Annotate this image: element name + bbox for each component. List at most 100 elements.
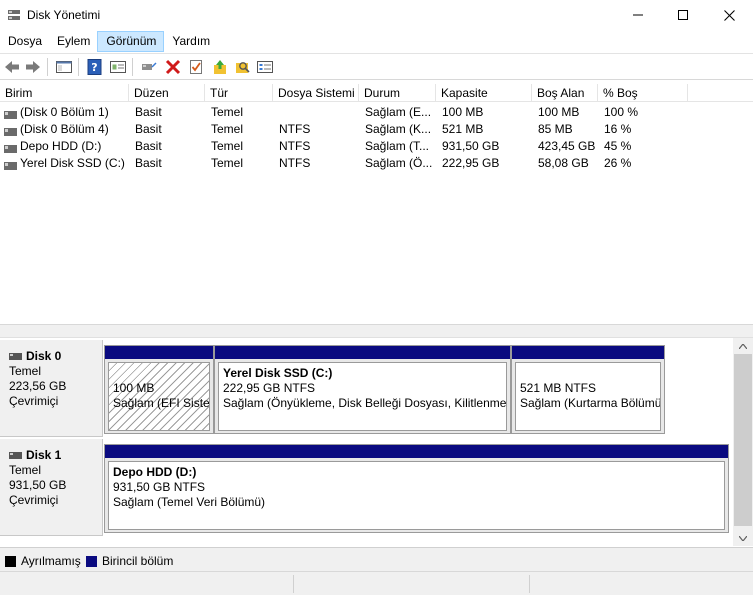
column-header-volume[interactable]: Birim bbox=[0, 84, 129, 102]
disk-1-label[interactable]: Disk 1 Temel 931,50 GB Çevrimiçi bbox=[0, 439, 103, 536]
partition-size: 222,95 GB NTFS bbox=[223, 381, 316, 395]
back-icon[interactable] bbox=[3, 58, 21, 76]
menu-help[interactable]: Yardım bbox=[164, 31, 217, 52]
toolbar: ? bbox=[0, 53, 753, 80]
maximize-button[interactable] bbox=[660, 0, 706, 30]
partition-status: Sağlam (Temel Veri Bölümü) bbox=[113, 495, 266, 509]
chevron-down-icon bbox=[739, 535, 747, 541]
table-row[interactable]: Yerel Disk SSD (C:) Basit Temel NTFS Sağ… bbox=[0, 155, 753, 172]
pane-splitter[interactable] bbox=[0, 324, 753, 338]
close-icon bbox=[723, 9, 735, 21]
partition-size: 100 MB bbox=[113, 381, 155, 395]
scroll-up-arrow[interactable] bbox=[733, 338, 753, 354]
partition-title: Yerel Disk SSD (C:) bbox=[223, 366, 333, 380]
scroll-thumb[interactable] bbox=[734, 354, 752, 526]
cell-status: Sağlam (K... bbox=[365, 122, 432, 136]
cell-status: Sağlam (Ö... bbox=[365, 156, 433, 170]
legend-swatch bbox=[5, 555, 16, 567]
volume-icon bbox=[4, 108, 17, 119]
forward-icon[interactable] bbox=[24, 58, 42, 76]
partition-size: 931,50 GB NTFS bbox=[113, 480, 206, 494]
volume-icon bbox=[4, 142, 17, 153]
legend: Ayrılmamış Birincil bölüm bbox=[0, 547, 753, 571]
help-icon[interactable]: ? bbox=[86, 58, 104, 76]
cell-volume: Yerel Disk SSD (C:) bbox=[20, 156, 125, 170]
legend-label: Ayrılmamış bbox=[21, 554, 81, 568]
column-header-status[interactable]: Durum bbox=[359, 84, 436, 102]
settings-list-icon[interactable] bbox=[256, 58, 274, 76]
partition-c[interactable]: Yerel Disk SSD (C:) 222,95 GB NTFS Sağla… bbox=[214, 345, 511, 434]
cell-status: Sağlam (T... bbox=[365, 139, 430, 153]
column-header-type[interactable]: Tür bbox=[205, 84, 273, 102]
table-row[interactable]: Depo HDD (D:) Basit Temel NTFS Sağlam (T… bbox=[0, 138, 753, 155]
cell-type: Temel bbox=[211, 122, 244, 136]
search-folder-icon[interactable] bbox=[234, 58, 252, 76]
cell-percent-free: 16 % bbox=[604, 122, 632, 136]
table-row[interactable]: (Disk 0 Bölüm 1) Basit Temel Sağlam (E..… bbox=[0, 104, 753, 121]
disk-size: 223,56 GB bbox=[9, 379, 67, 393]
cell-type: Temel bbox=[211, 156, 244, 170]
menu-bar: Dosya Eylem Görünüm Yardım bbox=[0, 31, 753, 52]
title-bar[interactable]: Disk Yönetimi bbox=[0, 0, 753, 30]
cell-free-space: 58,08 GB bbox=[538, 156, 589, 170]
partition-efi[interactable]: 100 MB Sağlam (EFI Sistem Bölümü) bbox=[104, 345, 214, 434]
partition-size: 521 MB NTFS bbox=[520, 381, 597, 395]
legend-item-unallocated: Ayrılmamış bbox=[5, 554, 81, 568]
cell-layout: Basit bbox=[135, 156, 162, 170]
cell-status: Sağlam (E... bbox=[365, 105, 432, 119]
check-icon[interactable] bbox=[187, 58, 205, 76]
open-folder-up-icon[interactable] bbox=[211, 58, 229, 76]
cell-volume: (Disk 0 Bölüm 4) bbox=[20, 122, 109, 136]
menu-action[interactable]: Eylem bbox=[49, 31, 97, 52]
partition-d[interactable]: Depo HDD (D:) 931,50 GB NTFS Sağlam (Tem… bbox=[104, 444, 729, 533]
column-header-free-space[interactable]: Boş Alan bbox=[532, 84, 598, 102]
legend-swatch bbox=[86, 555, 97, 567]
disk-0-label[interactable]: Disk 0 Temel 223,56 GB Çevrimiçi bbox=[0, 340, 103, 437]
disk-icon bbox=[9, 353, 22, 360]
cell-type: Temel bbox=[211, 105, 244, 119]
console-tree-icon[interactable] bbox=[55, 58, 73, 76]
disk-management-app-icon bbox=[7, 8, 21, 22]
cell-capacity: 521 MB bbox=[442, 122, 484, 136]
status-segment bbox=[293, 575, 529, 593]
volume-icon bbox=[4, 159, 17, 170]
cell-free-space: 423,45 GB bbox=[538, 139, 596, 153]
menu-file[interactable]: Dosya bbox=[0, 31, 49, 52]
column-header-file-system[interactable]: Dosya Sistemi bbox=[273, 84, 359, 102]
close-button[interactable] bbox=[706, 0, 752, 30]
cell-layout: Basit bbox=[135, 105, 162, 119]
cell-percent-free: 45 % bbox=[604, 139, 632, 153]
minimize-icon bbox=[633, 14, 643, 16]
disk-name: Disk 1 bbox=[26, 448, 62, 462]
partition-recovery[interactable]: 521 MB NTFS Sağlam (Kurtarma Bölümü) bbox=[511, 345, 665, 434]
cell-free-space: 100 MB bbox=[538, 105, 580, 119]
cell-file-system: NTFS bbox=[279, 156, 311, 170]
partition-status: Sağlam (Önyükleme, Disk Belleği Dosyası,… bbox=[223, 396, 507, 410]
partition-status: Sağlam (Kurtarma Bölümü) bbox=[520, 396, 661, 410]
table-row[interactable]: (Disk 0 Bölüm 4) Basit Temel NTFS Sağlam… bbox=[0, 121, 753, 138]
delete-icon[interactable] bbox=[164, 58, 182, 76]
scroll-down-arrow[interactable] bbox=[733, 530, 753, 546]
properties-icon[interactable] bbox=[109, 58, 127, 76]
volume-list: Birim Düzen Tür Dosya Sistemi Durum Kapa… bbox=[0, 84, 753, 324]
cell-capacity: 931,50 GB bbox=[442, 139, 500, 153]
minimize-button[interactable] bbox=[615, 0, 661, 30]
disk-name: Disk 0 bbox=[26, 349, 62, 363]
cell-percent-free: 100 % bbox=[604, 105, 639, 119]
volume-list-header: Birim Düzen Tür Dosya Sistemi Durum Kapa… bbox=[0, 84, 753, 102]
cell-type: Temel bbox=[211, 139, 244, 153]
disk-size: 931,50 GB bbox=[9, 478, 67, 492]
disk-status: Çevrimiçi bbox=[9, 394, 59, 408]
cell-volume: Depo HDD (D:) bbox=[20, 139, 102, 153]
column-header-percent-free[interactable]: % Boş bbox=[598, 84, 688, 102]
cell-layout: Basit bbox=[135, 122, 162, 136]
cell-file-system bbox=[279, 104, 357, 121]
column-header-layout[interactable]: Düzen bbox=[129, 84, 205, 102]
chevron-up-icon bbox=[739, 343, 747, 349]
menu-view[interactable]: Görünüm bbox=[97, 31, 165, 52]
connect-drive-icon[interactable] bbox=[140, 58, 158, 76]
cell-file-system: NTFS bbox=[279, 122, 311, 136]
disk-type: Temel bbox=[9, 463, 42, 477]
column-header-capacity[interactable]: Kapasite bbox=[436, 84, 532, 102]
graph-vertical-scrollbar[interactable] bbox=[733, 338, 753, 546]
